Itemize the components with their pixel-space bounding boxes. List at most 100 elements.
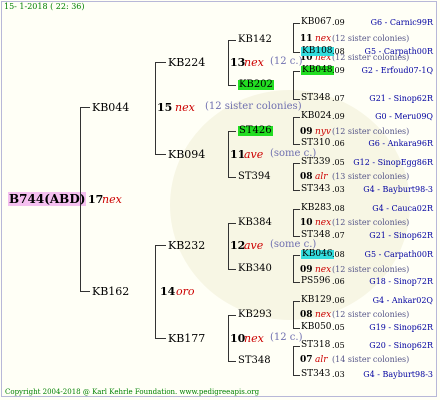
connector-line <box>80 107 90 108</box>
connector-line <box>293 163 294 190</box>
gen4-queen-name: ST310 <box>301 138 331 148</box>
connector-line <box>293 190 300 191</box>
connector-line <box>293 117 294 144</box>
gen4-queen-name: KB024 <box>301 111 332 121</box>
gen2-mark: nex <box>244 332 264 345</box>
gen1-num: 15 <box>157 101 173 114</box>
connector-line <box>293 209 294 236</box>
gen4-lineage: G4 - Bayburt98-3 <box>363 185 433 194</box>
gen1-queen-name: KB044 <box>92 101 130 114</box>
gen2-note: (12 c.) <box>270 332 303 343</box>
connector-line <box>293 71 294 99</box>
gen4-queen-name: KB067 <box>301 17 332 27</box>
gen3-note: (13 sister colonies) <box>332 172 410 181</box>
connector-line <box>293 117 300 118</box>
gen4-queen-name: KB050 <box>301 322 332 332</box>
connector-line <box>293 328 300 329</box>
gen4-lineage: G12 - SinopEgg86R <box>353 158 433 167</box>
gen3-queen-name: KB340 <box>238 263 272 274</box>
gen4-lineage: G6 - Ankara96R <box>368 139 433 148</box>
connector-line <box>293 236 300 237</box>
gen2-queen-name: KB224 <box>168 56 206 69</box>
gen4-queen-name: PS596 <box>301 276 331 286</box>
gen2-queen-name: KB232 <box>168 239 206 252</box>
connector-line <box>228 85 236 86</box>
connector-line <box>293 375 300 376</box>
connector-line <box>293 255 300 256</box>
root-mark: nex <box>102 193 122 206</box>
gen2-queen-name: KB094 <box>168 148 206 161</box>
gen2-note: (12 c.) <box>270 56 303 67</box>
connector-line <box>155 338 166 339</box>
gen4-queen-name: KB108 <box>301 46 334 56</box>
gen4-year: .05 <box>332 341 345 350</box>
gen4-year: .06 <box>332 139 345 148</box>
gen3-note: (12 sister colonies) <box>332 218 410 227</box>
gen4-lineage: G6 - Carnic99R <box>370 18 433 27</box>
gen4-lineage: G21 - Sinop62R <box>369 231 433 240</box>
root-queen-name: B744(ABD) <box>8 192 87 206</box>
gen2-mark: ave <box>244 148 264 161</box>
gen2-queen-name: KB177 <box>168 332 206 345</box>
gen4-lineage: G18 - Sinop72R <box>369 277 433 286</box>
gen3-num: 09 <box>300 127 313 137</box>
gen3-num: 10 <box>300 218 313 228</box>
gen4-lineage: G20 - Sinop62R <box>369 341 433 350</box>
connector-line <box>228 40 229 85</box>
connector-line <box>228 131 229 177</box>
gen4-year: .03 <box>332 370 345 379</box>
gen3-num: 07 <box>300 355 313 365</box>
connector-line <box>293 23 294 52</box>
connector-line <box>228 223 229 269</box>
gen4-lineage: G4 - Cauca02R <box>372 204 433 213</box>
connector-line <box>228 361 236 362</box>
gen3-note: (12 sister colonies) <box>332 265 410 274</box>
gen3-queen-name: ST394 <box>238 171 271 182</box>
connector-line <box>228 315 236 316</box>
gen3-mark: nex <box>315 218 332 228</box>
connector-line <box>293 163 300 164</box>
connector-line <box>155 154 166 155</box>
gen4-queen-name: KB046 <box>301 249 334 259</box>
connector-line <box>155 245 166 246</box>
connector-line <box>228 177 236 178</box>
gen4-queen-name: ST348 <box>301 230 331 240</box>
gen4-lineage: G19 - Sinop62R <box>369 323 433 332</box>
gen3-note: (14 sister colonies) <box>332 355 410 364</box>
gen4-year: .09 <box>332 66 345 75</box>
gen1-queen-name: KB162 <box>92 285 130 298</box>
gen3-note: (12 sister colonies) <box>332 34 410 43</box>
gen4-queen-name: KB129 <box>301 295 332 305</box>
gen3-queen-name: ST348 <box>238 355 271 366</box>
gen4-lineage: G21 - Sinop62R <box>369 94 433 103</box>
gen4-year: .05 <box>332 323 345 332</box>
gen4-queen-name: ST318 <box>301 340 331 350</box>
gen3-queen-name: KB202 <box>238 79 274 90</box>
gen4-lineage: G4 - Ankar02Q <box>372 296 433 305</box>
connector-line <box>293 99 300 100</box>
connector-line <box>293 301 300 302</box>
gen3-mark: alr <box>315 355 328 365</box>
gen3-queen-name: ST426 <box>238 125 273 136</box>
gen2-mark: ave <box>244 239 264 252</box>
connector-line <box>155 62 156 154</box>
gen3-mark: nex <box>315 34 332 44</box>
gen4-queen-name: ST343 <box>301 369 331 379</box>
connector-line <box>293 71 300 72</box>
gen4-lineage: G4 - Bayburt98-3 <box>363 370 433 379</box>
gen3-queen-name: KB384 <box>238 217 272 228</box>
connector-line <box>228 315 229 361</box>
connector-line <box>293 209 300 210</box>
gen4-year: .08 <box>332 204 345 213</box>
gen4-year: .09 <box>332 112 345 121</box>
timestamp: 15- 1-2018 ( 22: 36) <box>4 2 85 11</box>
connector-line <box>228 40 236 41</box>
gen3-queen-name: KB142 <box>238 34 272 45</box>
connector-line <box>293 255 294 282</box>
gen4-year: .03 <box>332 185 345 194</box>
connector-line <box>155 62 166 63</box>
gen3-num: 09 <box>300 265 313 275</box>
gen3-mark: nex <box>315 310 332 320</box>
connector-line <box>293 346 300 347</box>
gen3-mark: nyv <box>315 127 331 137</box>
